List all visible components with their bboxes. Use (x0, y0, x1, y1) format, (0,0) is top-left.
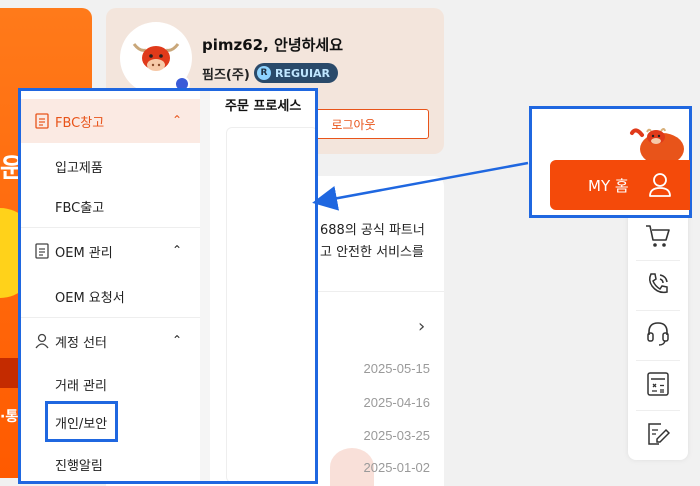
annotation-arrow (312, 161, 529, 211)
